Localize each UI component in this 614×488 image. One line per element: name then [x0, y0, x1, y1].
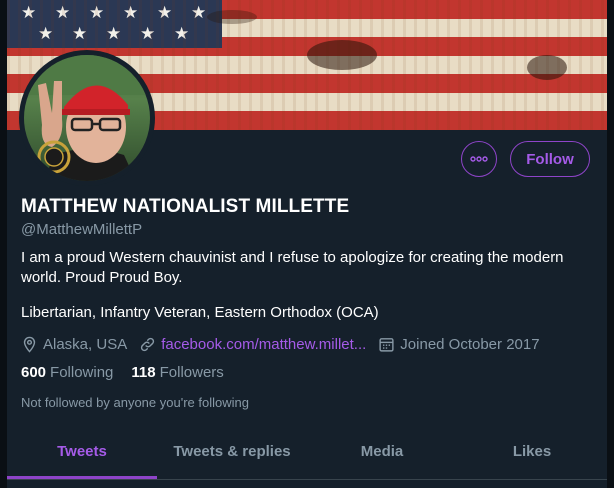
more-horizontal-icon: [470, 156, 488, 162]
not-followed-notice: Not followed by anyone you're following: [21, 395, 249, 410]
website-item[interactable]: facebook.com/matthew.millet...: [139, 336, 366, 353]
avatar-illustration: [24, 55, 150, 181]
following-stat[interactable]: 600 Following: [21, 364, 113, 381]
following-label: Following: [50, 364, 114, 381]
profile-meta: Alaska, USA facebook.com/matthew.millet.…: [21, 334, 552, 354]
followers-label: Followers: [159, 364, 224, 381]
following-count: 600: [21, 364, 47, 381]
profile-bio-extra: Libertarian, Infantry Veteran, Eastern O…: [21, 304, 379, 321]
burn-mark: [207, 10, 257, 24]
profile-bio: I am a proud Western chauvinist and I re…: [21, 249, 564, 286]
location-item: Alaska, USA: [21, 336, 127, 353]
more-options-button[interactable]: [461, 141, 497, 177]
burn-mark: [527, 55, 567, 80]
website-link[interactable]: facebook.com/matthew.millet...: [161, 336, 366, 353]
follow-stats: 600 Following 118 Followers: [21, 364, 242, 381]
follow-button[interactable]: Follow: [510, 141, 590, 177]
link-icon: [141, 337, 155, 351]
tab-likes[interactable]: Likes: [457, 424, 607, 479]
followers-count: 118: [131, 364, 156, 381]
joined-item: Joined October 2017: [378, 335, 540, 353]
profile-page: ★ ★ ★ ★ ★ ★ ★ ★ ★ ★ ★: [7, 0, 607, 488]
avatar[interactable]: [19, 50, 155, 186]
burn-mark: [307, 40, 377, 70]
location-text: Alaska, USA: [43, 335, 128, 353]
tab-tweets-replies[interactable]: Tweets & replies: [157, 424, 307, 479]
profile-name: MATTHEW NATIONALIST MILLETTE: [21, 196, 350, 217]
profile-handle: @MatthewMillettP: [21, 221, 143, 238]
location-pin-icon: [23, 336, 36, 353]
tab-tweets[interactable]: Tweets: [7, 424, 157, 479]
window-edge-right: [607, 0, 614, 488]
joined-text: Joined October 2017: [400, 335, 540, 353]
followers-stat[interactable]: 118 Followers: [131, 364, 223, 381]
tab-media[interactable]: Media: [307, 424, 457, 479]
profile-tabs: Tweets Tweets & replies Media Likes: [7, 424, 607, 480]
avatar-photo: [24, 55, 150, 181]
window-edge-left: [0, 0, 7, 488]
calendar-icon: [379, 337, 394, 352]
